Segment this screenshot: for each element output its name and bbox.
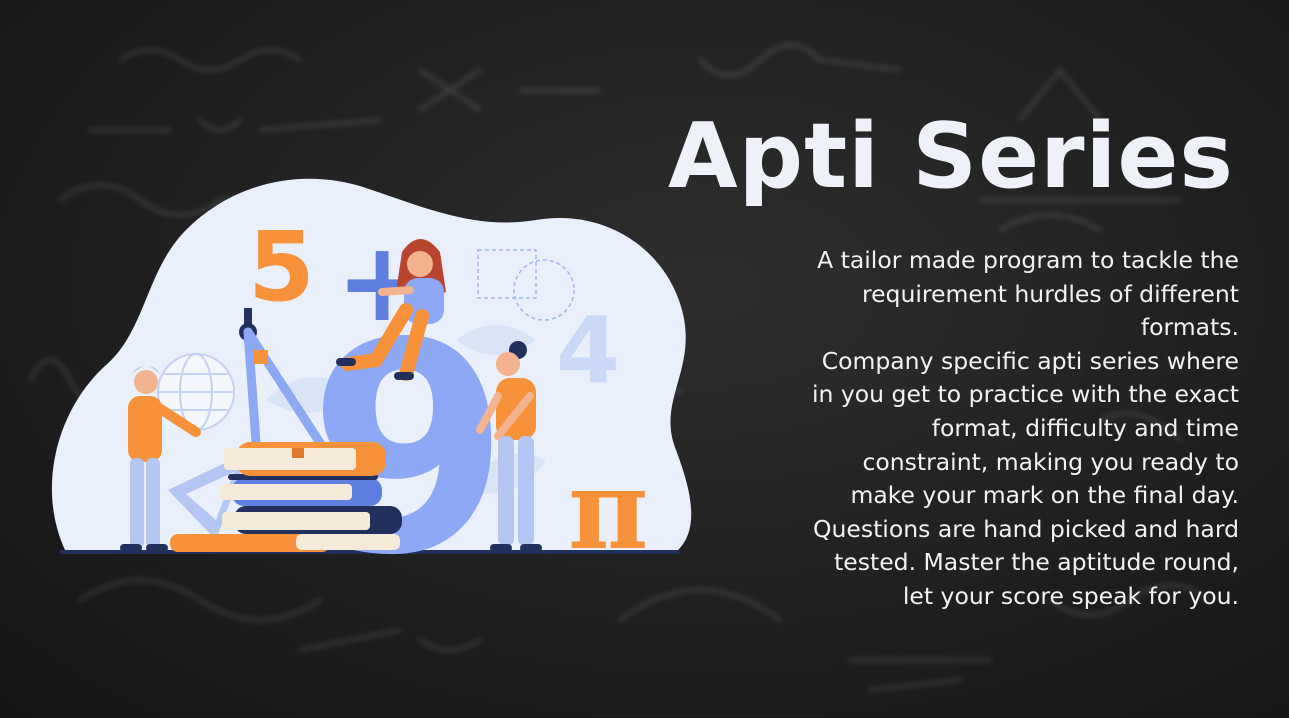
- math-illustration: 5 4 9 π +: [51, 178, 692, 570]
- digit-five: 5: [248, 211, 315, 323]
- program-description: A tailor made program to tackle the requ…: [811, 246, 1239, 610]
- page-title: Apti Series: [668, 104, 1234, 209]
- digit-four: 4: [556, 297, 620, 404]
- apti-series-banner: 5 4 9 π + Apti Series A tailor made prog…: [0, 0, 1289, 718]
- pi-symbol: π: [568, 445, 649, 570]
